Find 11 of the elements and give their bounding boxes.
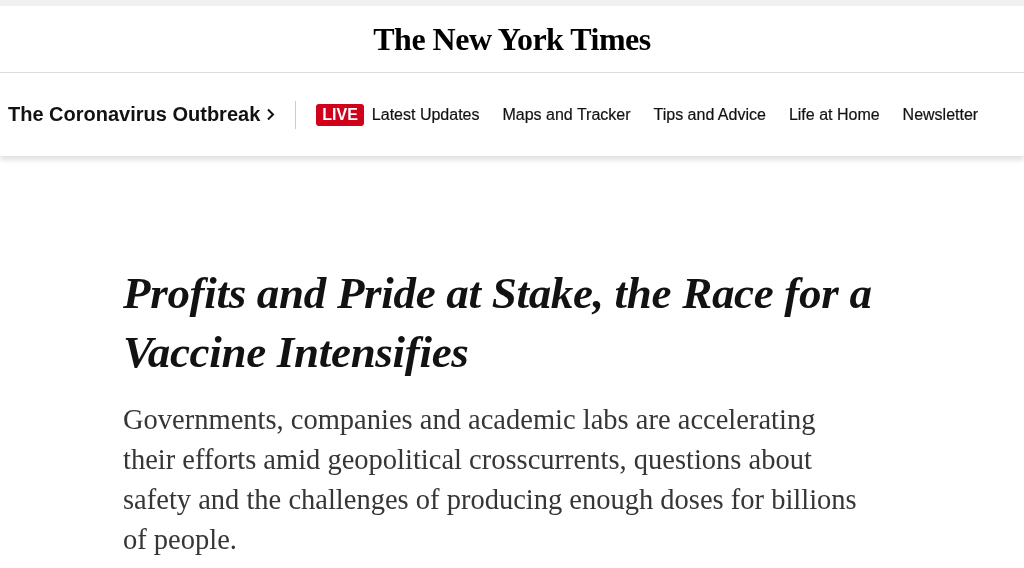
nav-link[interactable]: Life at Home (788, 105, 880, 124)
headline: Profits and Pride at Stake, the Race for a Vaccine Intensifies (123, 267, 873, 379)
chevron-icon (266, 108, 276, 121)
site-logo[interactable]: The New York Times (373, 20, 651, 58)
nav-link[interactable]: Newsletter (902, 105, 979, 124)
nav-link[interactable]: Tips and Advice (653, 105, 766, 124)
nav-link[interactable]: Latest Updates (371, 105, 480, 124)
summary: Governments, companies and academic labs are accelerating their efforts amid geopolitical crosscurrents, questions about safety and the challenges of producing enough doses for billions of people. (123, 403, 858, 557)
section-title-link[interactable]: The Coronavirus Outbreak (8, 103, 261, 126)
nav-link[interactable]: Maps and Tracker (502, 105, 631, 124)
live-badge: LIVE (316, 103, 364, 126)
